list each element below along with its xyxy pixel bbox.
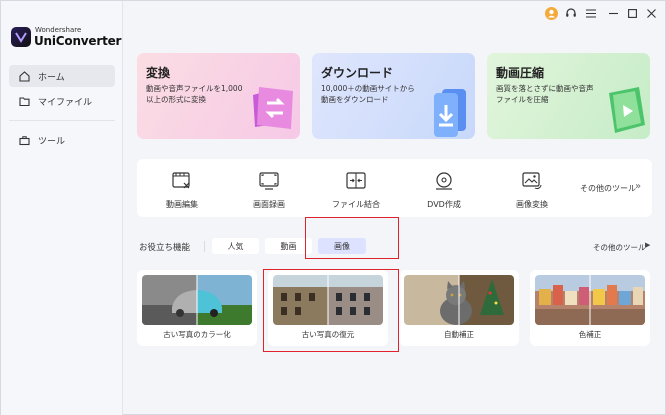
photo-tool-label: 古い写真のカラー化 [163, 330, 231, 339]
sidebar-divider [9, 120, 115, 121]
tab-popular[interactable]: 人気 [212, 238, 259, 254]
tab-video[interactable]: 動画 [265, 238, 312, 254]
card-title: ダウンロード [321, 66, 394, 80]
tool-label: 画面録画 [253, 200, 285, 209]
folder-icon [18, 95, 30, 107]
other-tools-link[interactable]: その他のツール [593, 242, 646, 253]
film-edit-icon [172, 171, 192, 191]
toolbox-icon [18, 134, 30, 146]
user-icon[interactable] [544, 6, 558, 20]
tool-image-convert[interactable]: 画像変換 [489, 159, 575, 217]
sidebar-item-label: マイファイル [38, 97, 93, 108]
photo-tool-auto-enhance[interactable]: 自動補正 [399, 270, 519, 346]
chevron-right-icon[interactable]: ▶ [645, 241, 650, 249]
sidebar-item-home[interactable]: ホーム [9, 65, 115, 87]
more-tools-link[interactable]: その他のツール [580, 183, 636, 194]
tools-strip: 動画編集 画面録画 ファイル結合 DVD作成 画像変換 [137, 159, 652, 217]
card-description: 画質を落とさずに動画や音声ファイルを圧縮 [496, 84, 594, 104]
tool-dvd[interactable]: DVD作成 [401, 159, 487, 217]
color-correct-thumbnail [535, 275, 645, 325]
restore-thumbnail [273, 275, 383, 325]
headset-icon[interactable] [564, 6, 578, 20]
sidebar-item-tools[interactable]: ツール [9, 129, 115, 151]
close-icon[interactable] [644, 6, 658, 20]
photo-tool-label: 古い写真の復元 [301, 330, 355, 339]
double-chevron-right-icon[interactable]: » [635, 181, 641, 192]
colorize-thumbnail [142, 275, 252, 325]
sidebar-item-my-files[interactable]: マイファイル [9, 90, 115, 112]
merge-icon [346, 171, 366, 191]
card-title: 動画圧縮 [496, 66, 545, 80]
image-convert-icon [522, 171, 542, 191]
sidebar: Wondershare UniConverter ホーム マイファイル ツール [1, 1, 123, 415]
photo-tool-color-correct[interactable]: 色補正 [530, 270, 650, 346]
maximize-icon[interactable] [625, 6, 639, 20]
home-icon [18, 70, 30, 82]
screen-record-icon [259, 171, 279, 191]
sidebar-item-label: ホーム [38, 72, 65, 83]
compress-card[interactable]: 動画圧縮 画質を落とさずに動画や音声ファイルを圧縮 [487, 53, 650, 139]
photo-tool-label: 色補正 [578, 330, 602, 339]
brand-name: UniConverter [34, 34, 122, 48]
photo-tool-restore[interactable]: 古い写真の復元 [268, 270, 388, 346]
tab-divider [204, 241, 205, 252]
photo-tool-label: 自動補正 [444, 330, 474, 339]
convert-icon [253, 87, 293, 129]
card-description: 動画や音声ファイルを1,000以上の形式に変換 [146, 84, 243, 104]
tool-video-edit[interactable]: 動画編集 [139, 159, 225, 217]
compress-icon [609, 87, 645, 133]
menu-icon[interactable] [584, 6, 598, 20]
sidebar-item-label: ツール [38, 136, 66, 147]
minimize-icon[interactable] [606, 6, 620, 20]
download-card[interactable]: ダウンロード 10,000＋の動画サイトから動画をダウンロード [312, 53, 475, 139]
tool-label: DVD作成 [427, 200, 461, 209]
convert-card[interactable]: 変換 動画や音声ファイルを1,000以上の形式に変換 [137, 53, 300, 139]
card-title: 変換 [146, 66, 171, 80]
tool-merge[interactable]: ファイル結合 [313, 159, 399, 217]
dvd-icon [434, 171, 454, 191]
tool-label: ファイル結合 [332, 200, 380, 209]
card-description: 10,000＋の動画サイトから動画をダウンロード [321, 84, 415, 104]
tool-screen-record[interactable]: 画面録画 [226, 159, 312, 217]
brand-small: Wondershare [35, 26, 82, 34]
app-window: Wondershare UniConverter ホーム マイファイル ツール [0, 0, 666, 415]
tab-image[interactable]: 画像 [318, 238, 366, 254]
photo-tool-colorize[interactable]: 古い写真のカラー化 [137, 270, 257, 346]
download-icon [434, 89, 466, 137]
tool-label: 画像変換 [516, 200, 548, 209]
useful-features-label: お役立ち機能 [139, 243, 191, 253]
tool-label: 動画編集 [166, 200, 198, 209]
auto-enhance-thumbnail [404, 275, 514, 325]
app-logo [11, 27, 31, 47]
